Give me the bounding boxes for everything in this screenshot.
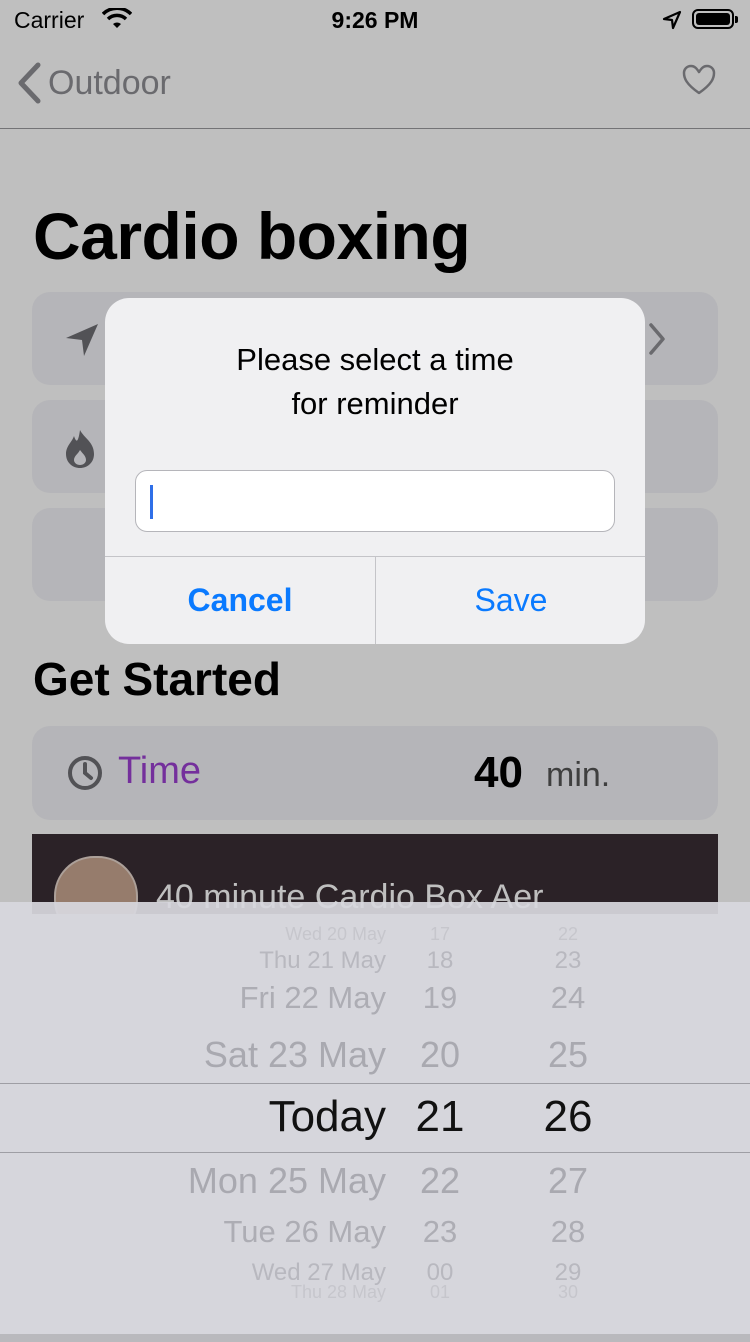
alert-message-line-2: for reminder — [291, 386, 459, 421]
alert-message-line-1: Please select a time — [236, 342, 514, 377]
picker-day: Thu 28 May — [290, 1282, 386, 1302]
picker-row-selected[interactable]: Today 21 26 — [0, 1092, 750, 1152]
picker-row[interactable]: Fri 22 May 19 24 — [0, 980, 750, 1040]
picker-minute-text: 27 — [547, 1160, 589, 1201]
picker-hour-text: 23 — [422, 1214, 458, 1249]
picker-day: Tue 26 May — [223, 1214, 386, 1249]
cancel-button[interactable]: Cancel — [105, 557, 375, 644]
picker-minute-text: 23 — [554, 947, 582, 974]
save-button[interactable]: Save — [376, 557, 645, 644]
reminder-alert: Please select a time for reminder Cancel… — [105, 298, 645, 644]
picker-row[interactable]: Mon 25 May 22 27 — [0, 1160, 750, 1220]
picker-hour-text: 19 — [422, 980, 458, 1015]
date-time-picker[interactable]: Wed 20 May 17 22 Thu 21 May 18 23 Fri 22 May 19… — [0, 902, 750, 1334]
picker-minute-text: 24 — [550, 980, 586, 1015]
picker-minute-text: 25 — [547, 1034, 589, 1075]
picker-hour-text: 18 — [426, 947, 454, 974]
picker-row[interactable]: Sat 23 May 20 25 — [0, 1034, 750, 1094]
picker-day: Mon 25 May — [187, 1160, 386, 1201]
picker-minute-text: 28 — [550, 1214, 586, 1249]
picker-day: Wed 20 May — [285, 924, 386, 944]
picker-minute-text: 26 — [543, 1092, 593, 1141]
picker-hour-text: 21 — [415, 1092, 465, 1141]
picker-minute-text: 30 — [557, 1282, 579, 1302]
reminder-time-input[interactable] — [135, 470, 615, 532]
picker-day: Today — [268, 1092, 386, 1141]
picker-minute-text: 22 — [557, 924, 579, 944]
picker-day: Fri 22 May — [239, 980, 386, 1015]
picker-hour-text: 01 — [429, 1282, 451, 1302]
text-cursor — [150, 485, 153, 519]
picker-day: Sat 23 May — [203, 1034, 386, 1075]
picker-day: Thu 21 May — [259, 947, 386, 974]
picker-row[interactable]: Thu 28 May 01 30 — [0, 1282, 750, 1342]
alert-message: Please select a time for reminder — [105, 338, 645, 426]
picker-hour-text: 20 — [419, 1034, 461, 1075]
picker-hour-text: 22 — [419, 1160, 461, 1201]
picker-hour-text: 17 — [429, 924, 451, 944]
